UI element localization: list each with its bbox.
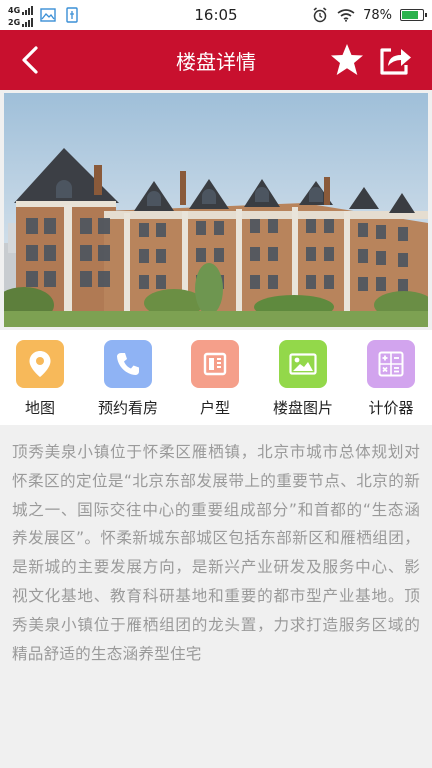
quick-nav: 地图 预约看房 户型 楼盘图片 计价器 bbox=[0, 330, 432, 425]
nav-item-property-photos[interactable]: 楼盘图片 bbox=[260, 340, 346, 420]
app-header: 楼盘详情 bbox=[0, 30, 432, 90]
share-button[interactable] bbox=[376, 42, 414, 78]
nav-item-map[interactable]: 地图 bbox=[0, 340, 83, 420]
nav-label: 地图 bbox=[24, 399, 55, 417]
floor-plan-icon bbox=[191, 340, 239, 388]
chevron-left-icon bbox=[22, 46, 38, 74]
building-photo bbox=[4, 93, 428, 327]
nav-label: 预约看房 bbox=[97, 399, 158, 417]
nav-label: 楼盘图片 bbox=[272, 399, 333, 417]
nav-label: 户型 bbox=[199, 399, 230, 417]
page-title: 楼盘详情 bbox=[176, 49, 256, 74]
hero-image bbox=[4, 93, 428, 327]
nav-label: 计价器 bbox=[368, 399, 414, 417]
star-icon bbox=[331, 44, 363, 75]
image-icon bbox=[279, 340, 327, 388]
nav-item-calculator[interactable]: 计价器 bbox=[348, 340, 432, 420]
status-bar: 4G 2G 16:05 78% bbox=[0, 0, 432, 30]
back-button[interactable] bbox=[14, 44, 46, 76]
map-pin-icon bbox=[16, 340, 64, 388]
calculator-icon bbox=[367, 340, 415, 388]
favorite-button[interactable] bbox=[328, 42, 366, 78]
alarm-icon bbox=[311, 6, 329, 24]
battery-percent: 78% bbox=[363, 7, 392, 23]
battery-icon bbox=[400, 9, 427, 21]
share-icon bbox=[380, 48, 411, 75]
wifi-icon bbox=[337, 6, 355, 24]
nav-item-book-viewing[interactable]: 预约看房 bbox=[85, 340, 171, 420]
property-description: 顶秀美泉小镇位于怀柔区雁栖镇，北京市城市总体规划对怀柔区的定位是“北京东部发展带… bbox=[12, 443, 420, 663]
nav-item-floor-plan[interactable]: 户型 bbox=[172, 340, 258, 420]
status-right: 78% bbox=[311, 0, 427, 30]
phone-icon bbox=[104, 340, 152, 388]
